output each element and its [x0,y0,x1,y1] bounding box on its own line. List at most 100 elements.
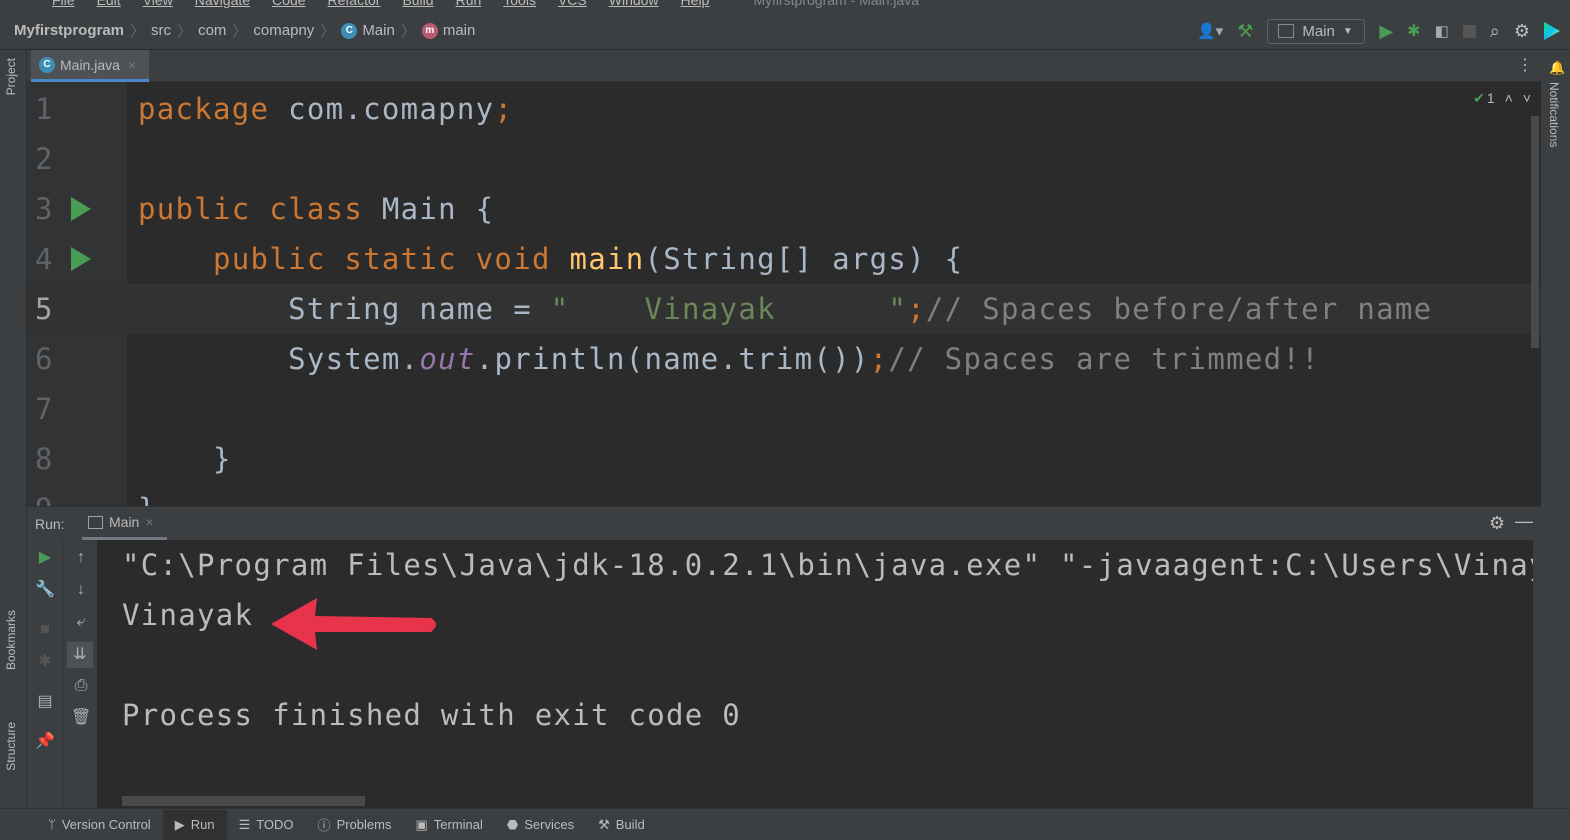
plugin-icon[interactable] [1544,22,1560,40]
editor-scrollbar[interactable] [1531,116,1539,348]
code-line[interactable]: 9} [27,484,1541,506]
menu-run[interactable]: Run [456,0,482,8]
user-icon[interactable]: 👤▾ [1197,22,1223,40]
tool-problems-button[interactable]: ⓘ Problems [306,810,404,840]
code-line[interactable]: 1 package com.comapny; [27,84,1541,134]
notifications-tool-button[interactable]: Notifications [1547,82,1561,147]
more-options-icon[interactable]: ⋮ [1517,55,1533,75]
rerun-icon[interactable]: ▶ [35,548,55,568]
scroll-to-end-icon[interactable]: ⇊ [67,642,93,668]
structure-tool-button[interactable]: Structure [4,722,18,771]
arrow-down-icon[interactable]: ↓ [71,580,91,600]
breadcrumb-com[interactable]: com [194,22,230,39]
terminal-icon: ▣ [415,816,428,832]
code-token: ; [869,342,889,376]
run-config-select[interactable]: Main ▼ [1267,18,1366,44]
breadcrumb-main-class[interactable]: C Main [337,22,399,39]
line-number: 3 [35,192,54,226]
stop-icon[interactable] [1462,24,1476,38]
soft-wrap-icon[interactable]: ⤶ [71,612,91,632]
code-line[interactable]: 7 [27,384,1541,434]
console-output[interactable]: "C:\Program Files\Java\jdk-18.0.2.1\bin\… [97,540,1533,808]
tool-services-button[interactable]: ⬣ Services [495,810,586,840]
build-hammer-icon[interactable]: ⚒ [1237,21,1253,42]
tool-terminal-button[interactable]: ▣ Terminal [403,810,494,840]
code-token: String name = [138,292,551,326]
menu-navigate[interactable]: Navigate [195,0,250,8]
class-icon: C [341,22,358,39]
menu-code[interactable]: Code [272,0,305,8]
menu-refactor[interactable]: Refactor [328,0,381,8]
console-vertical-scrollbar[interactable] [1533,540,1541,808]
trash-icon[interactable]: 🗑 [71,708,91,728]
breadcrumb-project[interactable]: Myfirstprogram [0,22,128,39]
code-token: package [138,92,289,126]
console-line-exit: Process finished with exit code 0 [122,698,742,732]
tool-run-button[interactable]: ▶ Run [162,809,227,840]
tool-label: Services [524,817,575,832]
run-toolbar-primary: ▶ 🔧 ■ ✱ ▤ 📌 [27,540,62,808]
build-icon: ⚒ [598,816,610,832]
menu-build[interactable]: Build [402,0,433,8]
code-token: ; [494,92,514,126]
menu-vcs[interactable]: VCS [558,0,587,8]
stop-icon[interactable]: ■ [35,620,55,640]
search-icon[interactable]: ⌕ [1490,21,1500,42]
code-text: } [138,434,232,484]
inspection-widget[interactable]: ✔ 1 ˄ ˅ [1473,90,1531,107]
chevron-up-icon[interactable]: ˄ [1505,90,1513,107]
debug-icon[interactable]: ✱ [35,652,55,672]
code-token: public class [138,192,382,226]
run-label: Run: [35,516,65,532]
menu-tools[interactable]: Tools [503,0,536,8]
menu-view[interactable]: View [143,0,173,8]
code-line[interactable]: 6 System.out.println(name.trim());// Spa… [27,334,1541,384]
code-line[interactable]: 2 [27,134,1541,184]
notifications-icon[interactable]: 🔔 [1549,60,1565,76]
run-gutter-icon[interactable] [71,247,91,271]
code-line[interactable]: 3 public class Main { [27,184,1541,234]
code-text: } [138,484,157,506]
wrench-icon[interactable]: 🔧 [35,580,55,600]
settings-icon[interactable]: ⚙ [1489,513,1505,534]
tool-todo-button[interactable]: ☰ TODO [227,810,306,840]
code-line[interactable]: 5 String name = " Vinayak ";// Spaces be… [27,284,1541,334]
close-tab-icon[interactable]: × [128,57,136,73]
bookmarks-tool-button[interactable]: Bookmarks [4,610,18,670]
breadcrumb-comapny[interactable]: comapny [249,22,318,39]
pin-icon[interactable]: 📌 [35,732,55,752]
layout-icon[interactable]: ▤ [35,692,55,712]
print-icon[interactable]: ⎙ [71,676,91,696]
right-tool-strip: 🔔 Notifications [1541,50,1570,808]
run-gutter-icon[interactable] [71,197,91,221]
code-line[interactable]: 8 } [27,434,1541,484]
code-token: // Spaces are trimmed!! [888,342,1320,376]
chevron-down-icon[interactable]: ˅ [1523,90,1531,107]
settings-icon[interactable]: ⚙ [1514,21,1530,42]
tool-version-control-button[interactable]: ᛘ Version Control [36,810,163,840]
project-tool-button[interactable]: Project [4,58,18,95]
breadcrumb-src[interactable]: src [147,22,175,39]
menu-window[interactable]: Window [609,0,659,8]
coverage-icon[interactable]: ◧ [1435,22,1449,40]
menu-file[interactable]: File [52,0,75,8]
tool-build-button[interactable]: ⚒ Build [586,810,657,840]
console-horizontal-scrollbar[interactable] [122,796,365,806]
code-token: public static void [138,242,570,276]
tab-main-java[interactable]: C Main.java × [31,50,149,82]
code-text: public static void main(String[] args) { [138,234,963,284]
run-panel-header: Run: Main × ⚙ — [27,506,1541,540]
debug-icon[interactable]: ✱ [1407,21,1420,41]
menu-edit[interactable]: Edit [97,0,121,8]
run-tab-main[interactable]: Main × [82,507,167,540]
menu-help[interactable]: Help [681,0,710,8]
minimize-icon[interactable]: — [1515,511,1533,532]
version-control-icon: ᛘ [48,817,56,832]
breadcrumb-main-method[interactable]: m main [418,22,480,39]
run-icon[interactable]: ▶ [1379,21,1393,42]
close-tab-icon[interactable]: × [145,514,153,530]
code-editor[interactable]: 1 package com.comapny; 2 3 public class Main… [27,82,1541,506]
check-icon: ✔ [1473,90,1485,106]
code-line[interactable]: 4 public static void main(String[] args)… [27,234,1541,284]
arrow-up-icon[interactable]: ↑ [71,548,91,568]
